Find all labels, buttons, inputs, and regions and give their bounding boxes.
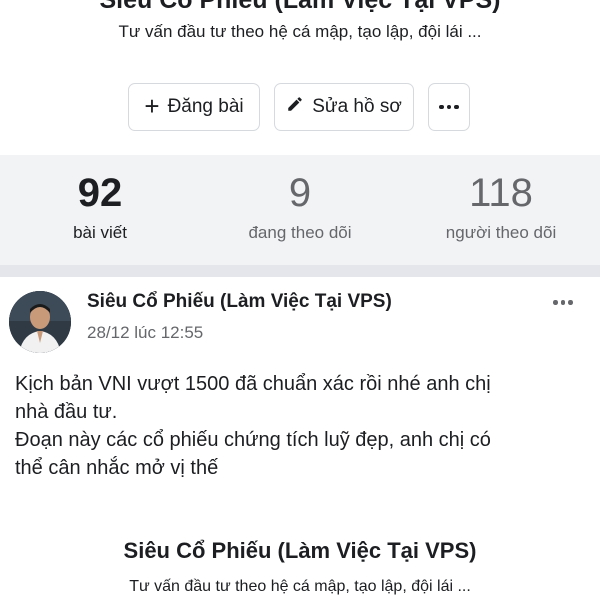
stat-followers-label: người theo dõi bbox=[445, 223, 557, 242]
post-options-button[interactable] bbox=[553, 300, 573, 305]
post-timestamp[interactable]: 28/12 lúc 12:55 bbox=[87, 323, 203, 343]
profile-stats: 92 bài viết 9 đang theo dõi 118 người th… bbox=[0, 155, 600, 265]
section-divider bbox=[0, 265, 600, 277]
stat-following[interactable]: 9 đang theo dõi bbox=[220, 169, 380, 243]
edit-profile-button[interactable]: Sửa hồ sơ bbox=[274, 83, 414, 131]
profile-actions: + Đăng bài Sửa hồ sơ bbox=[128, 83, 470, 133]
stat-followers-value: 118 bbox=[469, 171, 533, 215]
shared-card-title[interactable]: Siêu Cổ Phiếu (Làm Việc Tại VPS) bbox=[0, 538, 600, 564]
more-options-button[interactable] bbox=[428, 83, 470, 131]
stat-following-value: 9 bbox=[288, 171, 312, 215]
stat-posts-label: bài viết bbox=[73, 223, 127, 242]
stat-posts-value: 92 bbox=[77, 171, 123, 215]
post-text-line: nhà đầu tư. bbox=[15, 401, 118, 423]
more-horizontal-icon bbox=[439, 104, 459, 110]
post-text-line: Đoạn này các cổ phiếu chứng tích luỹ đẹp… bbox=[15, 429, 491, 451]
profile-name: Siêu Cổ Phiếu (Làm Việc Tại VPS) bbox=[99, 0, 501, 14]
create-post-label: Đăng bài bbox=[167, 96, 244, 117]
stat-posts[interactable]: 92 bài viết bbox=[40, 169, 160, 243]
more-horizontal-icon bbox=[553, 300, 573, 305]
stat-following-label: đang theo dõi bbox=[248, 223, 352, 242]
post-text-line: thể cân nhắc mở vị thế bbox=[15, 457, 219, 479]
shared-card-subtitle: Tư vấn đầu tư theo hệ cá mập, tạo lập, đ… bbox=[129, 578, 471, 595]
post-author[interactable]: Siêu Cổ Phiếu (Làm Việc Tại VPS) bbox=[87, 291, 392, 313]
post-text-line: Kịch bản VNI vượt 1500 đã chuẩn xác rồi … bbox=[15, 373, 491, 395]
create-post-button[interactable]: + Đăng bài bbox=[128, 83, 260, 131]
avatar[interactable] bbox=[9, 291, 71, 353]
post-text: Kịch bản VNI vượt 1500 đã chuẩn xác rồi … bbox=[15, 370, 590, 482]
edit-profile-label: Sửa hồ sơ bbox=[312, 96, 402, 117]
stat-followers[interactable]: 118 người theo dõi bbox=[426, 169, 576, 243]
pencil-icon bbox=[286, 95, 304, 119]
plus-icon: + bbox=[144, 90, 160, 121]
profile-bio: Tư vấn đầu tư theo hệ cá mập, tạo lập, đ… bbox=[118, 22, 482, 41]
